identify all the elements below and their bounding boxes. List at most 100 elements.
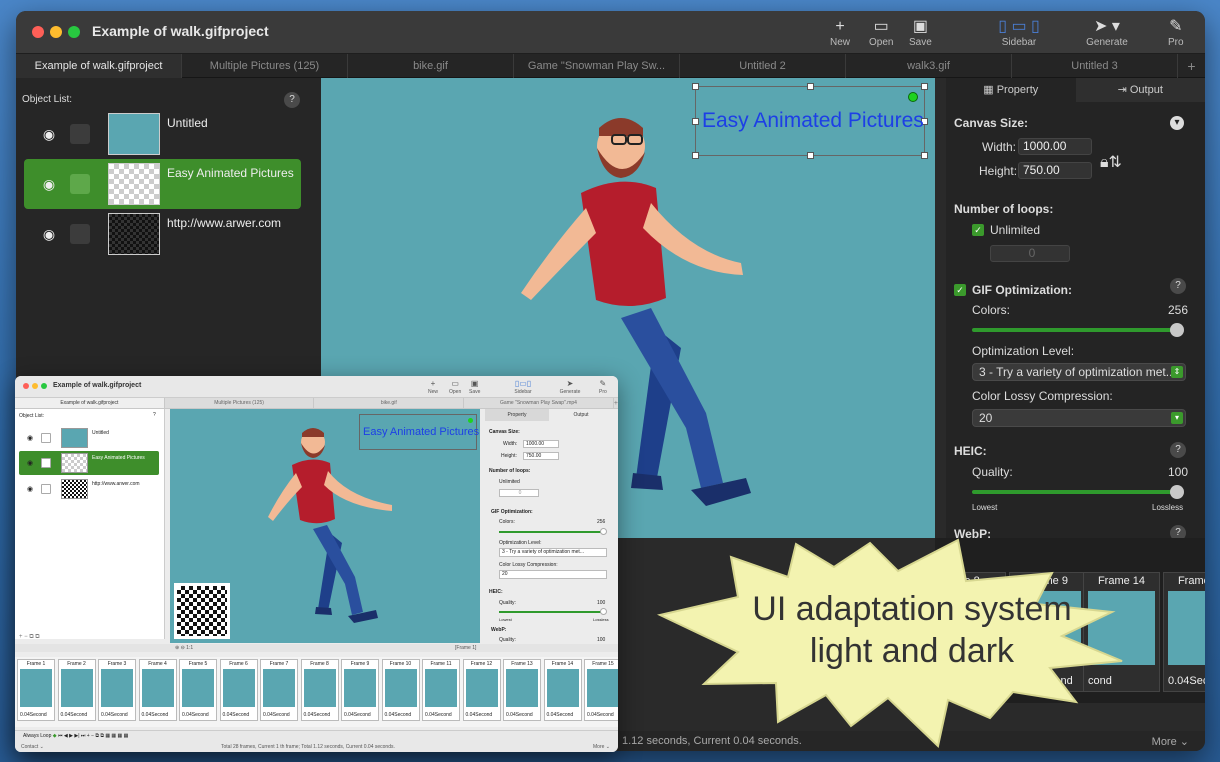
tab-bike[interactable]: bike.gif [348, 54, 514, 78]
frame-duration[interactable]: 0.04Second [142, 712, 169, 718]
tab-output[interactable]: ⇥ Output [1075, 78, 1205, 102]
frame-duration[interactable]: 0.04Second [425, 712, 452, 718]
lock-checkbox[interactable] [70, 174, 90, 194]
eye-icon[interactable]: ◉ [27, 485, 33, 493]
frame-cell[interactable]: Frame 5 0.04Second [179, 659, 217, 721]
more-button[interactable]: More ⌄ [1152, 735, 1189, 748]
tab-walk3[interactable]: walk3.gif [846, 54, 1012, 78]
resize-handle[interactable] [692, 118, 699, 125]
frame-cell[interactable]: Frame 15 0.04Second [1163, 572, 1205, 692]
pro-button[interactable]: ✎ Pro [1168, 17, 1184, 48]
new-button[interactable]: + New [830, 17, 850, 48]
frame-cell[interactable]: Frame 1 0.04Second [17, 659, 55, 721]
lossy-select[interactable]: 20 ▾ [972, 409, 1186, 427]
minimize-button[interactable] [32, 383, 38, 389]
frame-cell[interactable]: Frame 3 0.04Second [98, 659, 136, 721]
tab-snowman[interactable]: Game "Snowman Play Sw... [514, 54, 680, 78]
slider-knob[interactable] [600, 528, 607, 535]
optimization-level-select[interactable]: 3 - Try a variety of optimization met... [499, 548, 607, 557]
frame-cell[interactable]: Frame 10 0.04Second [381, 659, 420, 721]
frame-duration[interactable]: 0.04Second [506, 712, 533, 718]
frame-cell[interactable]: Frame 14 0.04Second [543, 659, 582, 721]
object-row-easy-animated[interactable]: ◉ Easy Animated Pictures [24, 159, 301, 209]
contact-menu[interactable]: Contact ⌄ [21, 744, 44, 750]
tab-snowman[interactable]: Game "Snowman Play Swap".mp4 [464, 398, 614, 408]
minimize-button[interactable] [50, 26, 62, 38]
generate-button[interactable]: ➤ ▾ Generate [1085, 17, 1129, 48]
add-tab-button[interactable]: + [1178, 54, 1205, 77]
lock-checkbox[interactable] [41, 458, 51, 468]
frame-duration[interactable]: 0.04Second [466, 712, 493, 718]
unlimited-checkbox[interactable]: ✓ [972, 224, 984, 236]
help-icon[interactable]: ? [153, 412, 156, 418]
frame-duration[interactable]: 0.04Second [182, 712, 209, 718]
help-icon[interactable]: ? [1170, 278, 1186, 294]
tab-output[interactable]: Output [549, 409, 613, 421]
tab-multiple-pictures[interactable]: Multiple Pictures (125) [165, 398, 315, 408]
rotate-handle[interactable] [908, 92, 918, 102]
height-field[interactable]: 750.00 [1018, 162, 1092, 179]
frame-duration[interactable]: 0.04Second [1168, 675, 1205, 687]
add-tab-button[interactable]: + [614, 398, 618, 408]
tab-untitled-2[interactable]: Untitled 2 [680, 54, 846, 78]
pro-button[interactable]: ✎ Pro [599, 379, 607, 395]
frame-cell[interactable]: Frame 4 0.04Second [138, 659, 177, 721]
loops-field[interactable]: 0 [990, 245, 1070, 262]
eye-icon[interactable]: ◉ [40, 175, 58, 193]
eye-icon[interactable]: ◉ [27, 434, 33, 442]
lock-checkbox[interactable] [70, 224, 90, 244]
tab-multiple-pictures[interactable]: Multiple Pictures (125) [182, 54, 348, 78]
frame-cell[interactable]: Frame 11 0.04Second [422, 659, 460, 721]
open-button[interactable]: ▭ Open [449, 379, 461, 395]
tab-bike[interactable]: bike.gif [314, 398, 465, 408]
tab-property[interactable]: ▦ Property [946, 78, 1076, 102]
frame-duration[interactable]: 0.04Second [304, 712, 331, 718]
zoom-button[interactable] [41, 383, 47, 389]
sidebar-layout-icons[interactable]: ▯▭▯ [501, 379, 545, 389]
text-object-selection[interactable]: Easy Animated Pictures [692, 83, 928, 159]
tab-example-walk[interactable]: Example of walk.gifproject [16, 54, 182, 78]
slider-knob[interactable] [600, 608, 607, 615]
object-row-untitled[interactable]: ◉ Untitled [24, 109, 301, 159]
tab-property[interactable]: Property [485, 409, 549, 421]
frame-duration[interactable]: 0.04Second [101, 712, 128, 718]
resize-handle[interactable] [807, 152, 814, 159]
open-button[interactable]: ▭ Open [869, 17, 893, 48]
object-row-arwer-url[interactable]: ◉ http://www.arwer.com [19, 477, 159, 501]
frame-duration[interactable]: 0.04Second [344, 712, 371, 718]
eye-icon[interactable]: ◉ [40, 125, 58, 143]
lock-checkbox[interactable] [41, 433, 51, 443]
close-button[interactable] [32, 26, 44, 38]
object-row-easy-animated[interactable]: ◉ Easy Animated Pictures [19, 451, 159, 475]
generate-button[interactable]: ➤ Generate [558, 379, 582, 395]
always-loop-select[interactable]: Always Loop ◆ ⏮ ◀ ▶ ▶| ⏭ + − ⧉ ⧉ ▦ ▦ ▦ ▦ [23, 733, 128, 739]
gif-optimization-checkbox[interactable]: ✓ [954, 284, 966, 296]
frame-cell[interactable]: Frame 8 0.04Second [300, 659, 339, 721]
lossy-select[interactable]: 20 [499, 570, 607, 579]
height-field[interactable]: 750.00 [523, 452, 559, 460]
resize-handle[interactable] [807, 83, 814, 90]
eye-icon[interactable]: ◉ [27, 459, 33, 467]
more-button[interactable]: More ⌄ [593, 744, 610, 750]
resize-handle[interactable] [692, 152, 699, 159]
frame-duration[interactable]: 0.04Second [1014, 675, 1073, 687]
frame-duration[interactable]: cond [1088, 675, 1112, 687]
loops-field[interactable]: 0 [499, 489, 539, 497]
width-field[interactable]: 1000.00 [1018, 138, 1092, 155]
help-icon[interactable]: ? [284, 92, 300, 108]
frame-cell[interactable]: Frame 13 0.04Second [503, 659, 541, 721]
qr-code-image[interactable] [174, 583, 230, 639]
frame-cell[interactable]: Frame 15 0.04Second [584, 659, 618, 721]
close-button[interactable] [23, 383, 29, 389]
save-button[interactable]: ▣ Save [909, 17, 932, 48]
frame-duration[interactable]: 0.04Second [61, 712, 88, 718]
zoom-button[interactable] [68, 26, 80, 38]
width-field[interactable]: 1000.00 [523, 440, 559, 448]
help-icon[interactable]: ? [1170, 442, 1186, 458]
frame-duration[interactable]: 0.04Second [223, 712, 250, 718]
resize-handle[interactable] [921, 152, 928, 159]
lock-checkbox[interactable] [41, 484, 51, 494]
heic-quality-slider[interactable] [972, 485, 1184, 499]
frame-duration[interactable]: 0.04Second [547, 712, 574, 718]
zoom-controls[interactable]: ⊕ ⊖ 1:1 [175, 645, 193, 651]
